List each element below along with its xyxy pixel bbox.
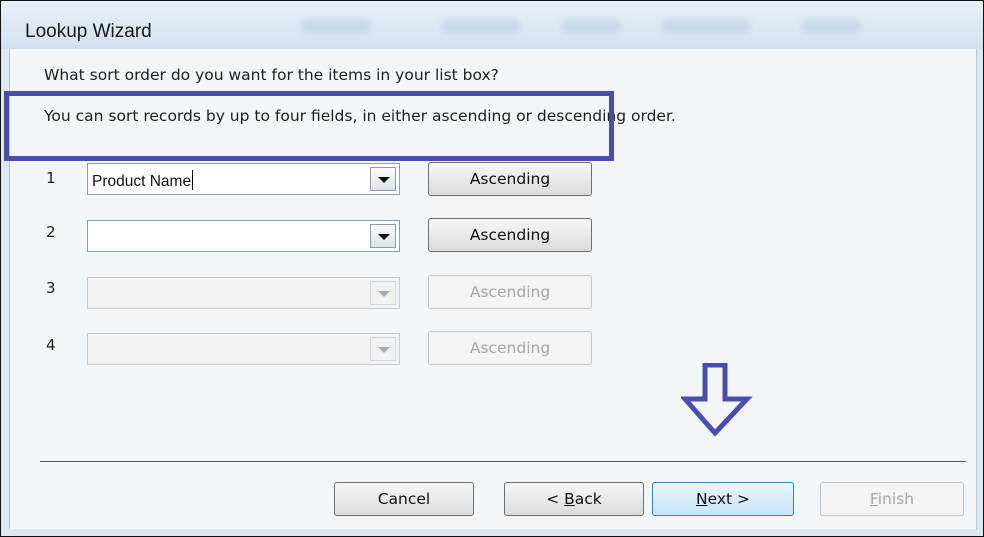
sort-order-1-button[interactable]: Ascending xyxy=(428,162,592,196)
sort-row-3-number: 3 xyxy=(46,279,56,297)
dropdown-arrow-icon xyxy=(378,291,390,297)
title-bar[interactable]: Lookup Wizard xyxy=(1,1,983,49)
dialog-title: Lookup Wizard xyxy=(25,21,152,42)
cancel-button[interactable]: Cancel xyxy=(334,482,474,516)
highlight-annotation-box xyxy=(4,91,614,161)
down-arrow-annotation-icon xyxy=(681,363,753,437)
dropdown-arrow-icon xyxy=(378,177,390,183)
sort-field-3-combo xyxy=(87,277,400,309)
sort-field-4-combo xyxy=(87,333,400,365)
finish-button: Finish xyxy=(820,482,964,516)
sort-field-1-value[interactable]: Product Name xyxy=(92,170,194,191)
question-text: What sort order do you want for the item… xyxy=(44,66,499,84)
next-button[interactable]: Next > xyxy=(652,482,794,516)
sort-field-1-dropdown-button[interactable] xyxy=(370,167,396,191)
sort-row-1-number: 1 xyxy=(46,169,56,187)
sort-order-3-button: Ascending xyxy=(428,275,592,309)
sort-order-4-button: Ascending xyxy=(428,331,592,365)
sort-field-3-dropdown-button xyxy=(370,281,396,305)
back-button[interactable]: < Back xyxy=(504,482,644,516)
sort-field-1-combo[interactable]: Product Name xyxy=(87,163,400,195)
dropdown-arrow-icon xyxy=(378,234,390,240)
sort-field-4-dropdown-button xyxy=(370,337,396,361)
sort-field-2-dropdown-button[interactable] xyxy=(370,224,396,248)
lookup-wizard-dialog: Lookup Wizard What sort order do you wan… xyxy=(0,0,984,537)
footer-separator xyxy=(40,461,966,462)
dropdown-arrow-icon xyxy=(378,347,390,353)
text-caret xyxy=(192,170,194,190)
sort-row-4-number: 4 xyxy=(46,336,56,354)
sort-order-2-button[interactable]: Ascending xyxy=(428,218,592,252)
sort-field-2-combo[interactable] xyxy=(87,220,400,252)
sort-row-2-number: 2 xyxy=(46,223,56,241)
